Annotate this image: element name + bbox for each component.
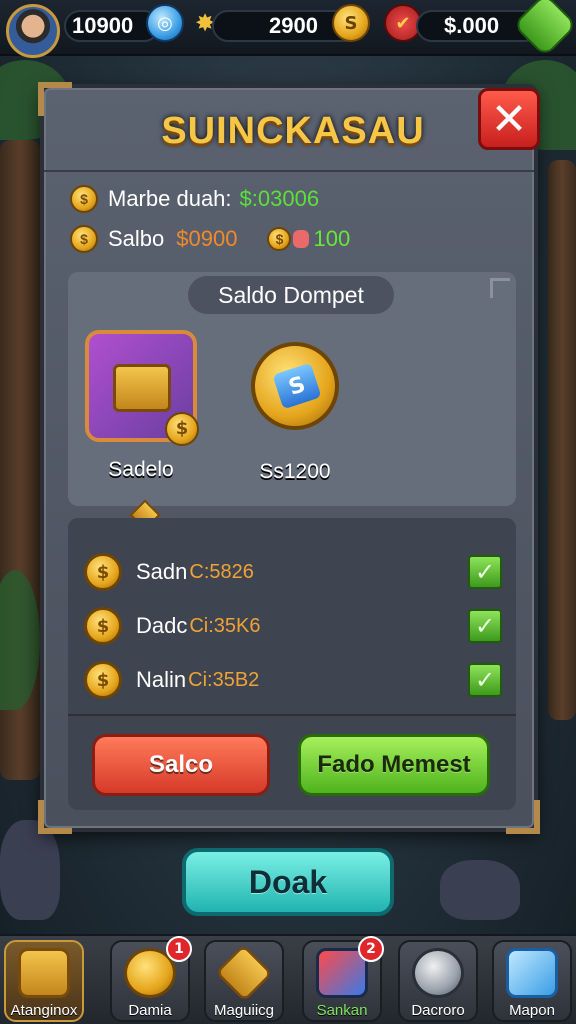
panel-corner-ornament xyxy=(38,800,72,834)
coin-icon: $ xyxy=(84,607,122,645)
list-item-amount: C:5826 xyxy=(189,560,254,583)
salco-button[interactable]: Salco xyxy=(92,734,270,796)
gem-icon: S xyxy=(272,362,322,410)
info-label: Salbo xyxy=(108,226,165,251)
nav-label: Dacroro xyxy=(411,1002,465,1019)
list-item[interactable]: $ Sadn C:5826 ✓ xyxy=(84,550,504,594)
coin-icon: $ xyxy=(84,661,122,699)
balance-panel: SUINCKASAU ✕ $ Marbe duah: $:03006 $ Sal… xyxy=(38,82,540,834)
close-button[interactable]: ✕ xyxy=(478,88,540,150)
chest-box xyxy=(113,364,171,412)
gold-coin-icon: S xyxy=(332,4,370,42)
bottom-nav-bar xyxy=(0,934,576,1024)
resource-3-value: $.000 xyxy=(444,13,500,38)
fado-memest-button[interactable]: Fado Memest xyxy=(298,734,490,796)
resource-1-value: 10900 xyxy=(72,13,134,38)
crate-icon xyxy=(18,948,70,998)
list-item[interactable]: $ Nalin Ci:35B2 ✓ xyxy=(84,658,504,702)
nav-label: Damia xyxy=(128,1002,172,1019)
gem-coin-icon: S xyxy=(251,342,339,430)
background-tree-right xyxy=(548,160,576,720)
nav-item-maguiicg[interactable]: Maguiicg xyxy=(204,940,284,1022)
ice-cube-icon xyxy=(506,948,558,998)
info-value: $0900 xyxy=(176,226,238,251)
nav-label: Mapon xyxy=(509,1002,555,1019)
nav-item-atanginox[interactable]: Atanginox xyxy=(4,940,84,1022)
title-divider xyxy=(44,170,534,172)
orb-icon xyxy=(412,948,464,998)
info-extra: 100 xyxy=(313,226,351,251)
wallet-item-label: Sadelo xyxy=(108,458,174,481)
list-item-amount: Ci:35K6 xyxy=(189,614,261,637)
doak-button[interactable]: Doak xyxy=(182,848,394,916)
list-item-label: Nalin xyxy=(136,667,187,692)
checkbox-checked-icon[interactable]: ✓ xyxy=(468,663,502,697)
player-avatar[interactable] xyxy=(6,4,60,58)
wallet-item-label: Ss1200 xyxy=(259,460,331,483)
nav-item-mapon[interactable]: Mapon xyxy=(492,940,572,1022)
list-item-amount: Ci:35B2 xyxy=(188,668,260,691)
wallet-item-chest[interactable]: $ Sadelo xyxy=(82,330,200,504)
shield-coin-icon xyxy=(215,944,273,1002)
nav-item-damia[interactable]: Damia 1 xyxy=(110,936,192,1022)
background-rock xyxy=(440,860,520,920)
list-item-label: Dadc xyxy=(136,613,188,638)
collapse-corner-icon[interactable] xyxy=(490,278,510,298)
green-gem-icon[interactable] xyxy=(512,0,576,58)
potion-icon xyxy=(293,230,310,248)
small-coin-icon: $ xyxy=(267,227,292,251)
resource-2-value: 2900 xyxy=(269,13,318,38)
nav-label: Sankan xyxy=(316,1002,368,1019)
list-item-label: Sadn xyxy=(136,559,188,584)
blue-gem-icon: ◎ xyxy=(146,4,184,42)
nav-item-sankan[interactable]: Sankan 2 xyxy=(302,936,384,1022)
wallet-item-token[interactable]: S Ss1200 xyxy=(236,330,354,504)
top-resource-bar: 10900 ◎ ✸ 2900 S ✔ $.000 xyxy=(0,0,576,58)
notification-badge: 1 xyxy=(166,936,192,962)
notification-badge: 2 xyxy=(358,936,384,962)
coin-icon: $ xyxy=(70,185,98,213)
info-row-balance: $ Marbe duah: $:03006 xyxy=(70,182,319,216)
checkbox-checked-icon[interactable]: ✓ xyxy=(468,555,502,589)
list-item[interactable]: $ Dadc Ci:35K6 ✓ xyxy=(84,604,504,648)
info-label: Marbe duah: xyxy=(108,186,232,211)
checkbox-checked-icon[interactable]: ✓ xyxy=(468,609,502,643)
close-icon: ✕ xyxy=(490,93,528,145)
list-divider xyxy=(68,714,516,716)
info-row-saldo: $ Salbo $0900 $ 100 xyxy=(70,222,350,256)
coin-icon: $ xyxy=(165,412,199,446)
coin-icon: $ xyxy=(84,553,122,591)
panel-title: SUINCKASAU xyxy=(161,110,425,152)
nav-item-dacroro[interactable]: Dacroro xyxy=(398,940,478,1022)
wallet-section: Saldo Dompet $ Sadelo S Ss1200 xyxy=(68,272,516,506)
background-rock xyxy=(0,820,60,920)
coin-stack-icon: $ xyxy=(70,225,98,253)
wallet-title: Saldo Dompet xyxy=(188,276,394,314)
nav-label: Maguiicg xyxy=(213,1002,275,1019)
nav-label: Atanginox xyxy=(10,1002,78,1019)
info-value: $:03006 xyxy=(239,186,320,211)
treasure-chest-icon: $ xyxy=(85,330,199,446)
